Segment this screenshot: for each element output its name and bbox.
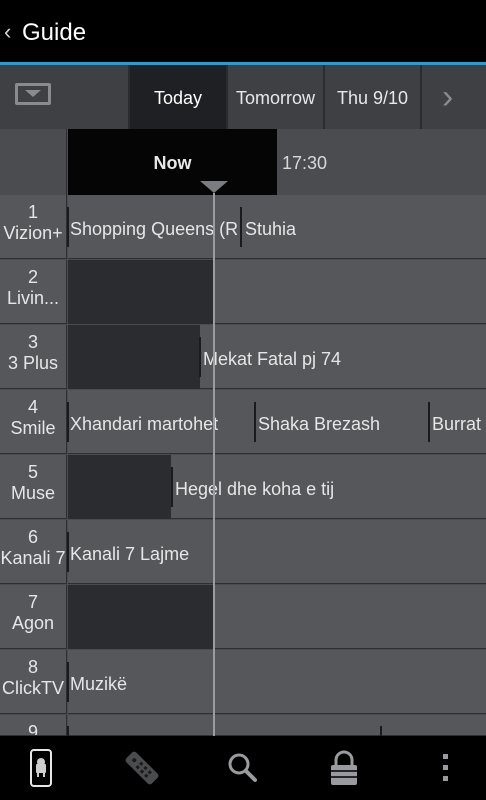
- overflow-menu-icon[interactable]: [424, 748, 468, 788]
- channel-name: ClickTV: [2, 678, 64, 698]
- channel-cell[interactable]: 4 Smile: [0, 390, 67, 454]
- channel-cell[interactable]: 1 Vizion+: [0, 195, 67, 259]
- program-item[interactable]: Hegel dhe koha e tij: [175, 479, 334, 500]
- channel-cell[interactable]: 8 ClickTV: [0, 650, 67, 714]
- program-divider: [199, 337, 201, 377]
- past-program-block[interactable]: [68, 585, 214, 649]
- overflow-menu-icon-graphic: [443, 754, 448, 781]
- program-item[interactable]: Muzikë: [70, 674, 127, 695]
- now-indicator-line: [213, 193, 215, 736]
- tab-label-today[interactable]: Today: [130, 86, 226, 110]
- past-program-block[interactable]: [68, 325, 200, 389]
- tab-label-tomorrow[interactable]: Tomorrow: [228, 86, 323, 110]
- channel-name: Livin...: [6, 288, 60, 308]
- past-program-block[interactable]: [68, 260, 214, 324]
- timeline-header-spacer: [0, 129, 67, 195]
- channel-cell[interactable]: 7 Agon: [0, 585, 67, 649]
- channel-name: Agon: [11, 613, 55, 633]
- program-row: [68, 650, 486, 714]
- android-phone-icon-graphic: [30, 749, 52, 787]
- channel-number: 8: [27, 657, 38, 677]
- program-divider: [67, 726, 69, 736]
- channel-number: 1: [27, 202, 38, 222]
- channel-name: 3 Plus: [7, 353, 59, 373]
- remote-control-icon-graphic: [125, 751, 159, 785]
- program-divider: [240, 207, 242, 247]
- tv-icon-cell[interactable]: [0, 65, 130, 129]
- channel-number: 6: [27, 527, 38, 547]
- program-divider: [67, 207, 69, 247]
- next-arrow-icon[interactable]: ›: [442, 78, 453, 116]
- channel-cell[interactable]: 6 Kanali 7: [0, 520, 67, 584]
- back-chevron-icon[interactable]: ‹: [4, 18, 11, 46]
- program-item[interactable]: Stuhia: [245, 219, 296, 240]
- program-item[interactable]: Mekat Fatal pj 74: [203, 349, 341, 370]
- program-divider: [254, 402, 256, 442]
- channel-number: 3: [27, 332, 38, 352]
- channel-number: 2: [27, 267, 38, 287]
- channel-cell[interactable]: 3 3 Plus: [0, 325, 67, 389]
- program-item[interactable]: Shaka Brezash: [258, 414, 426, 435]
- search-icon-graphic: [228, 753, 257, 782]
- channel-cell[interactable]: 9: [0, 715, 67, 736]
- program-divider: [171, 467, 173, 507]
- program-divider: [67, 402, 69, 442]
- channel-number: 5: [27, 462, 38, 482]
- channel-name: Muse: [10, 483, 55, 503]
- past-program-block[interactable]: [68, 455, 171, 519]
- channel-cell[interactable]: 5 Muse: [0, 455, 67, 519]
- program-item[interactable]: Kanali 7 Lajme: [70, 544, 189, 565]
- channel-name: Kanali 7: [0, 548, 66, 568]
- tv-icon: [15, 83, 51, 105]
- lock-icon-graphic: [331, 750, 357, 785]
- channel-number: 4: [27, 397, 38, 417]
- page-title[interactable]: Guide: [22, 18, 86, 48]
- time-slot-label: 17:30: [282, 153, 328, 173]
- channel-name: Vizion+: [3, 223, 63, 243]
- program-row: [68, 715, 486, 736]
- tab-label-thu[interactable]: Thu 9/10: [325, 86, 420, 110]
- remote-control-icon[interactable]: [120, 748, 164, 788]
- tab-separator: [420, 65, 422, 129]
- program-divider: [67, 532, 69, 572]
- android-phone-icon[interactable]: [19, 748, 63, 788]
- program-item[interactable]: Burrat: [432, 414, 486, 435]
- channel-number: 7: [27, 592, 38, 612]
- program-divider: [67, 662, 69, 702]
- channel-name: Smile: [10, 418, 56, 438]
- now-label: Now: [153, 153, 192, 173]
- program-divider: [428, 402, 430, 442]
- program-item[interactable]: Xhandari martohet: [70, 414, 253, 435]
- lock-icon[interactable]: [322, 748, 366, 788]
- now-marker-icon: [200, 181, 228, 193]
- program-divider: [380, 726, 382, 736]
- search-icon[interactable]: [221, 748, 265, 788]
- channel-cell[interactable]: 2 Livin...: [0, 260, 67, 324]
- channel-number: 9: [27, 722, 38, 736]
